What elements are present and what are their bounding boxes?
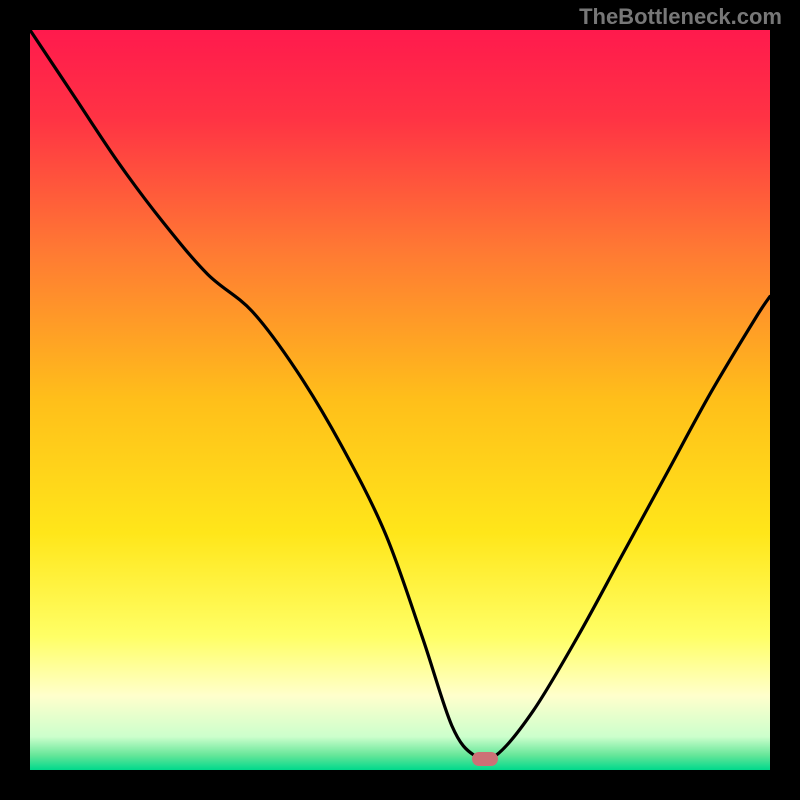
watermark-text: TheBottleneck.com — [579, 4, 782, 30]
chart-frame — [30, 30, 770, 770]
chart-curve — [30, 30, 770, 770]
optimal-point-marker — [472, 752, 498, 766]
